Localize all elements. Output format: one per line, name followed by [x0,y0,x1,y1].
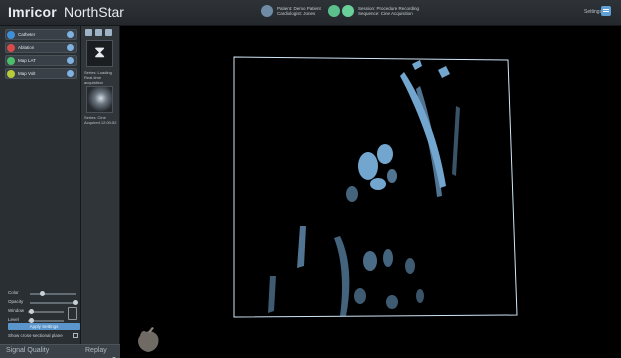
signal-quality-label: Signal Quality [6,347,50,354]
apply-settings-button[interactable]: Apply Settings [8,323,80,330]
user-line-2: Cardiologist: Jones [277,11,316,16]
replay-label: Replay [85,347,107,354]
thumb1-caption-line2: Real-time acquisition [84,75,103,85]
ablation-icon [7,43,15,52]
color-label: Color [8,290,19,295]
map-icon [7,56,15,65]
level-label: Level [8,317,19,322]
settings-icon[interactable] [67,31,74,38]
opacity-slider[interactable] [30,302,76,304]
settings-icon[interactable] [67,70,74,77]
product-name: NorthStar [64,4,124,20]
3d-viewport[interactable] [120,26,621,358]
hourglass-icon: ⧗ [94,44,106,61]
catheter-icon [7,30,15,39]
thumb2-caption-line2: Acquired 12:00:52 [84,120,117,125]
color-slider-handle[interactable] [40,291,45,296]
object-row-catheter[interactable]: Catheter [5,29,77,40]
opacity-slider-handle[interactable] [73,300,78,305]
object-row-map-volt[interactable]: Map Volt [5,68,77,79]
opacity-label: Opacity [8,299,24,304]
view-single-icon[interactable] [95,29,102,36]
menu-icon[interactable] [601,6,611,16]
settings-icon[interactable] [67,44,74,51]
user-icon [261,5,273,17]
map-icon [7,69,15,78]
object-label: Map LAT [18,58,36,63]
window-label: Window [8,308,25,313]
settings-icon[interactable] [67,57,74,64]
plane-option-checkbox[interactable] [73,333,78,338]
series-thumbnail-image[interactable] [86,86,113,113]
brand-name: Imricor [8,4,57,20]
mri-volume-render[interactable] [120,26,621,358]
object-label: Map Volt [18,71,36,76]
brand-logo: Imricor [8,4,57,20]
object-row-map-lat[interactable]: Map LAT [5,55,77,66]
thumb2-caption: Series: Cine Acquired 12:00:52 [84,115,116,125]
window-slider-handle[interactable] [29,309,34,314]
plane-option-label: Show cross-sectional plane [8,333,63,338]
series-panel: ⧗ Series: Loading Real-time acquisition … [81,26,120,358]
scroll-widget[interactable] [68,307,77,320]
signal-quality-header: Signal Quality [0,344,81,358]
thumb1-caption: Series: Loading Real-time acquisition [84,70,119,85]
object-row-ablation[interactable]: Ablation [5,42,77,53]
user-info: Patient: Demo Patient Cardiologist: Jone… [261,5,321,17]
replay-header: Replay [81,344,120,358]
series-thumbnail-loading[interactable]: ⧗ [86,40,113,67]
view-grid-icon[interactable] [85,29,92,36]
top-bar: Imricor NorthStar Patient: Demo Patient … [0,0,621,26]
settings-link[interactable]: Settings [584,9,602,15]
heart-orientation-icon[interactable] [134,326,164,354]
recording-status-icon [342,5,354,17]
color-slider[interactable] [30,293,76,295]
objects-panel: Catheter Ablation Map LAT Map Volt Color… [0,26,81,358]
object-label: Catheter [18,32,36,37]
session-line-2: Sequence: Cine Acquisition [358,11,413,16]
session-info: Session: Procedure Recording Sequence: C… [328,5,419,17]
object-label: Ablation [18,45,35,50]
view-list-icon[interactable] [105,29,112,36]
session-status-icon [328,5,340,17]
